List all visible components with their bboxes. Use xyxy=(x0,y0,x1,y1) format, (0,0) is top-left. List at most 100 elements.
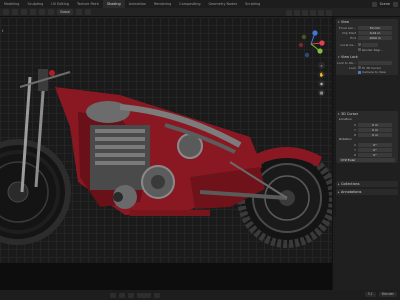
workspace-tab[interactable]: Rendering xyxy=(150,0,175,8)
clip-end-row: End 1000 m xyxy=(336,35,398,40)
collections-title: Collections xyxy=(341,182,360,186)
cursor-rx-label: X xyxy=(353,142,356,147)
workspace-tab[interactable]: UV Editing xyxy=(47,0,73,8)
frame-field[interactable] xyxy=(137,292,151,298)
scene-label: Scene xyxy=(379,2,390,6)
gizmo-x-axis[interactable] xyxy=(319,40,325,46)
cursor-rz-label: Z xyxy=(353,152,356,157)
camera-to-view-row: Camera to View xyxy=(336,70,398,75)
cursor-y-field[interactable]: 0 m xyxy=(358,127,392,132)
navigation-gizmo[interactable] xyxy=(296,29,326,59)
cursor-rz-row: Z 0° xyxy=(336,152,398,157)
lock-to-object-row: Lock to Ob... xyxy=(336,60,398,65)
select-menu-icon[interactable] xyxy=(30,9,36,15)
clip-start-field[interactable]: 0.01 m xyxy=(358,30,392,35)
cursor-ry-field[interactable]: 0° xyxy=(358,147,392,152)
timeline-next-icon[interactable] xyxy=(154,292,160,298)
shading-buttons xyxy=(286,9,332,16)
pan-hand-icon[interactable]: ✋ xyxy=(318,71,325,78)
clip-end-field[interactable]: 1000 m xyxy=(358,35,392,40)
material-shading-icon[interactable] xyxy=(318,9,324,16)
solid-shading-icon[interactable] xyxy=(310,9,316,16)
camera-to-view-label: Camera to View xyxy=(362,70,386,74)
scene-selector[interactable]: Scene xyxy=(371,0,398,8)
chevron-right-icon: ▸ xyxy=(338,182,340,186)
cursor-z-field[interactable]: 0 m xyxy=(358,132,392,137)
cursor-ry-row: Y 0° xyxy=(336,147,398,152)
local-camera-checkbox[interactable] xyxy=(358,43,361,46)
chevron-down-icon: ▾ xyxy=(338,20,340,24)
object-mode-icon[interactable] xyxy=(12,9,18,15)
3d-viewport[interactable]: t ⌕ ✋ ◉ ▦ xyxy=(0,17,332,290)
editor-type-icon[interactable] xyxy=(3,9,9,15)
render-region-checkbox[interactable] xyxy=(358,48,361,51)
cursor-z-label: Z xyxy=(353,132,356,137)
chevron-down-icon: ▾ xyxy=(338,55,340,59)
timeline-play-icon[interactable] xyxy=(110,292,116,298)
gizmo-neg-y-axis[interactable] xyxy=(301,34,307,40)
to-3d-cursor-checkbox[interactable] xyxy=(358,66,361,69)
viewport-header: Global xyxy=(0,8,400,17)
workspace-tab[interactable]: Texture Paint xyxy=(73,0,103,8)
clip-end-label: End xyxy=(350,35,356,40)
cursor-rx-row: X 0° xyxy=(336,142,398,147)
workspace-bar: Modeling Sculpting UV Editing Texture Pa… xyxy=(0,0,400,8)
annotations-header[interactable]: ▸ Annotations xyxy=(336,189,398,195)
lock-to-object-field[interactable] xyxy=(358,60,392,65)
3d-cursor-panel: ▾ 3D Cursor Location X 0 m Y 0 m Z 0 m R… xyxy=(336,111,398,163)
cursor-y-label: Y xyxy=(354,127,356,132)
proportional-edit-icon[interactable] xyxy=(85,9,92,15)
motorcycle-model[interactable] xyxy=(0,17,332,290)
cursor-x-field[interactable]: 0 m xyxy=(358,122,392,127)
render-region-label: Render Regi... xyxy=(362,47,384,52)
cursor-rz-field[interactable]: 0° xyxy=(358,152,392,157)
collections-panel[interactable]: ▸ Collections xyxy=(336,181,398,187)
workspace-tab[interactable]: Geometry Nodes xyxy=(205,0,242,8)
clip-start-row: Clip Start 0.01 m xyxy=(336,30,398,35)
rotation-mode-dropdown[interactable]: XYZ Euler xyxy=(339,158,395,162)
focal-length-row: Focal Len... 50 mm xyxy=(336,25,398,30)
workspace-tab[interactable]: Scripting xyxy=(241,0,264,8)
status-version: 3.1 xyxy=(364,292,376,297)
focal-length-label: Focal Len... xyxy=(339,25,356,30)
annotations-panel[interactable]: ▸ Annotations xyxy=(336,189,398,195)
chevron-right-icon: ▸ xyxy=(338,190,340,194)
status-app: Blender xyxy=(378,292,397,297)
gizmo-y-axis[interactable] xyxy=(317,48,323,54)
gizmo-neg-z-axis[interactable] xyxy=(304,52,310,58)
wireframe-shading-icon[interactable] xyxy=(302,9,308,16)
collections-header[interactable]: ▸ Collections xyxy=(336,181,398,187)
snap-icon[interactable] xyxy=(76,9,83,15)
gizmo-z-axis[interactable] xyxy=(312,30,318,36)
local-camera-field[interactable] xyxy=(362,42,378,47)
gizmo-neg-x-axis[interactable] xyxy=(298,42,304,48)
xray-icon[interactable] xyxy=(294,9,300,16)
cursor-x-label: X xyxy=(353,122,356,127)
ortho-grid-icon[interactable]: ▦ xyxy=(318,89,325,96)
workspace-tab-active[interactable]: Shading xyxy=(102,0,125,8)
workspace-tab[interactable]: Modeling xyxy=(0,0,23,8)
timeline-key-icon[interactable] xyxy=(128,292,134,298)
workspace-tab[interactable]: Compositing xyxy=(175,0,204,8)
cursor-rx-field[interactable]: 0° xyxy=(358,142,392,147)
cursor-ry-label: Y xyxy=(354,147,356,152)
object-menu-icon[interactable] xyxy=(48,9,54,15)
overlay-icon[interactable] xyxy=(286,9,292,16)
lock-label: Lock xyxy=(349,65,356,70)
focal-length-field[interactable]: 50 mm xyxy=(358,25,392,30)
zoom-icon[interactable]: ⌕ xyxy=(318,62,325,69)
rendered-shading-icon[interactable] xyxy=(326,9,332,16)
add-menu-icon[interactable] xyxy=(39,9,45,15)
close-icon[interactable] xyxy=(393,1,398,7)
camera-to-view-checkbox[interactable] xyxy=(358,70,361,74)
front-wheel[interactable] xyxy=(0,139,71,245)
annotations-title: Annotations xyxy=(341,190,362,194)
workspace-tab[interactable]: Sculpting xyxy=(23,0,47,8)
rotation-mode-row: XYZ Euler xyxy=(336,158,398,163)
timeline-step-icon[interactable] xyxy=(119,292,125,298)
workspace-tab[interactable]: Animation xyxy=(125,0,150,8)
transform-orientation-dropdown[interactable]: Global xyxy=(57,9,74,15)
view-menu-icon[interactable] xyxy=(21,9,27,15)
clip-start-label: Clip Start xyxy=(342,30,356,35)
camera-view-icon[interactable]: ◉ xyxy=(318,80,325,87)
